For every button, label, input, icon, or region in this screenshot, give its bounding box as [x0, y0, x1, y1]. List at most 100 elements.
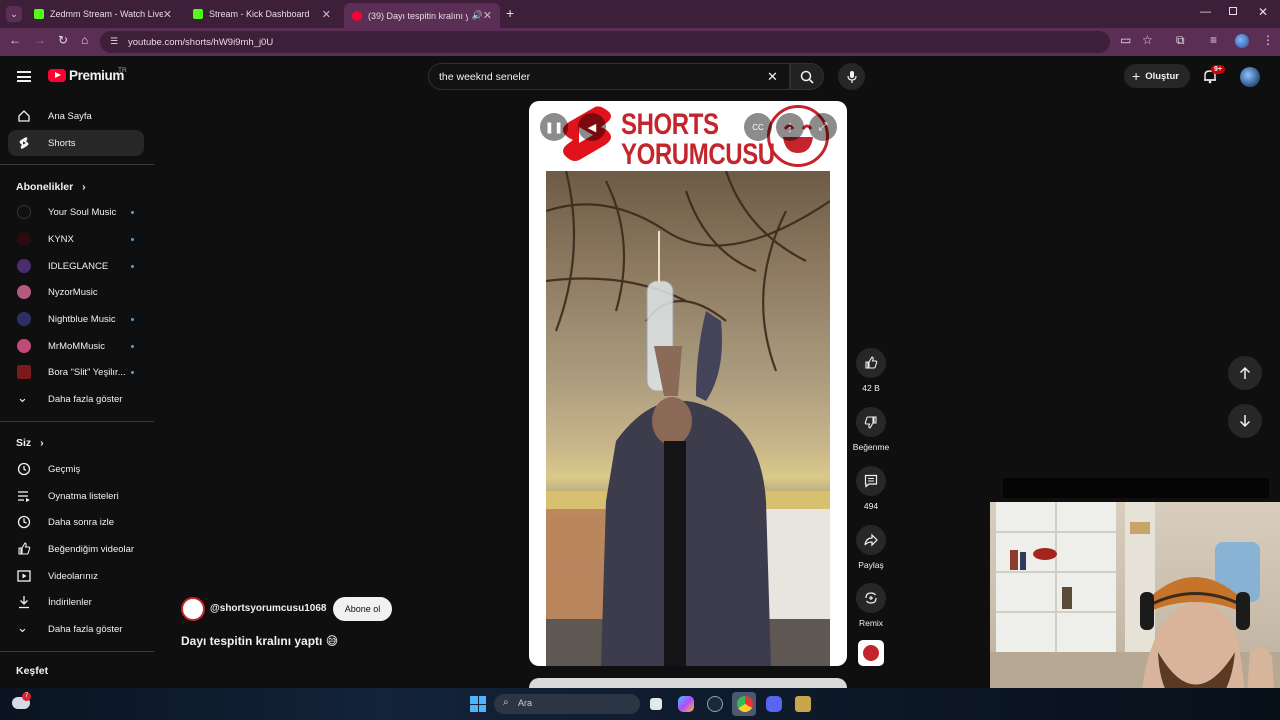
sidebar-item-subscription[interactable]: NyzorMusic: [8, 279, 144, 305]
sidebar-item-playlists[interactable]: Oynatma listeleri: [8, 483, 144, 509]
notifications-button[interactable]: 9+: [1202, 65, 1225, 86]
steam-icon[interactable]: [707, 696, 723, 712]
search-button[interactable]: [790, 63, 824, 90]
channel-avatar: [17, 259, 31, 273]
close-tab-icon[interactable]: ✕: [163, 8, 172, 21]
hamburger-menu-icon[interactable]: [17, 71, 31, 82]
channel-avatar[interactable]: [181, 597, 205, 621]
more-options-button[interactable]: ⋮: [776, 113, 804, 141]
close-tab-icon[interactable]: ✕: [322, 8, 331, 21]
subscriptions-header[interactable]: Abonelikler ›: [16, 181, 86, 193]
search-input[interactable]: the weeknd seneler ✕: [428, 63, 790, 90]
minimize-icon[interactable]: —: [1200, 6, 1211, 18]
taskbar-search[interactable]: ⌕ Ara: [494, 694, 640, 714]
sidebar-item-shorts[interactable]: Shorts: [8, 130, 144, 156]
app-icon[interactable]: [795, 696, 811, 712]
tab-title: Stream - Kick Dashboard: [209, 9, 310, 19]
browser-tab[interactable]: Stream - Kick Dashboard ✕: [185, 3, 339, 25]
sidebar-item-history[interactable]: Geçmiş: [8, 456, 144, 482]
sidebar-item-subscription[interactable]: MrMoMMusic: [8, 333, 144, 359]
you-header[interactable]: Siz ›: [16, 437, 44, 449]
sidebar-item-label: İndirilenler: [48, 596, 92, 608]
logo-text[interactable]: Premium: [69, 68, 124, 83]
you-show-more[interactable]: ⌄ Daha fazla göster: [8, 616, 144, 642]
discord-icon[interactable]: [766, 696, 782, 712]
new-content-dot: [131, 265, 134, 268]
short-player[interactable]: SHORTS YORUMCUSU ❚❚ ◀ CC ⋮ ⤢: [529, 101, 847, 666]
reload-icon[interactable]: ↻: [58, 33, 68, 47]
next-short-button[interactable]: [1228, 404, 1262, 438]
site-info-icon[interactable]: ☰: [110, 36, 118, 47]
subscribe-button[interactable]: Abone ol: [333, 597, 392, 621]
sidebar-item-label: Shorts: [48, 137, 76, 149]
previous-short-button[interactable]: [1228, 356, 1262, 390]
close-window-icon[interactable]: ✕: [1258, 5, 1268, 19]
close-tab-icon[interactable]: ✕: [483, 9, 492, 22]
voice-search-button[interactable]: [838, 63, 865, 90]
tab-list-button[interactable]: ⌄: [6, 6, 22, 22]
comments-button[interactable]: 494: [851, 466, 891, 511]
sidebar-item-subscription[interactable]: Bora “Slit” Yeşilır...: [8, 359, 144, 385]
install-app-icon[interactable]: ▭: [1120, 33, 1131, 47]
pause-button[interactable]: ❚❚: [540, 113, 568, 141]
browser-tab-active[interactable]: (39) Dayı tespitin kralını yap 🔊 ✕: [344, 3, 500, 28]
browser-menu-icon[interactable]: ⋮: [1262, 33, 1274, 47]
search-icon: ⌕: [503, 697, 509, 708]
channel-avatar: [17, 339, 31, 353]
create-button[interactable]: + Oluştur: [1124, 64, 1190, 88]
restore-icon[interactable]: [1229, 7, 1237, 15]
home-browser-icon[interactable]: ⌂: [81, 33, 88, 47]
sidebar-item-subscription[interactable]: IDLEGLANCE: [8, 253, 144, 279]
like-button[interactable]: 42 B: [851, 348, 891, 393]
account-avatar[interactable]: [1240, 67, 1260, 87]
dislike-button[interactable]: Beğenme: [851, 407, 891, 452]
sidebar-item-watch-later[interactable]: Daha sonra izle: [8, 509, 144, 535]
sidebar-item-subscription[interactable]: Your Soul Music: [8, 199, 144, 225]
comment-icon: [864, 474, 878, 488]
extensions-icon[interactable]: ⧉: [1176, 33, 1185, 48]
sidebar-item-label: Oynatma listeleri: [48, 490, 119, 502]
bookmark-star-icon[interactable]: ☆: [1142, 33, 1153, 47]
sidebar-item-subscription[interactable]: KYNX: [8, 226, 144, 252]
captions-button[interactable]: CC: [744, 113, 772, 141]
share-button[interactable]: Paylaş: [851, 525, 891, 570]
sidebar-item-liked-videos[interactable]: Beğendiğim videolar: [8, 536, 144, 562]
copilot-icon[interactable]: [678, 696, 694, 712]
sidebar-item-downloads[interactable]: İndirilenler: [8, 589, 144, 615]
subscriptions-show-more[interactable]: ⌄ Daha fazla göster: [8, 386, 144, 412]
windows-start-icon[interactable]: [470, 696, 486, 712]
browser-tab[interactable]: Zedmm Stream - Watch Live o ✕: [26, 3, 180, 25]
sidebar-item-label: KYNX: [48, 233, 74, 245]
share-label: Paylaş: [858, 560, 884, 570]
back-icon[interactable]: ←: [9, 33, 21, 47]
youtube-logo-icon[interactable]: [48, 69, 66, 82]
task-view-icon[interactable]: [650, 698, 662, 710]
new-tab-icon[interactable]: +: [506, 5, 514, 21]
forward-icon[interactable]: →: [34, 33, 46, 47]
sound-thumbnail[interactable]: [858, 640, 884, 666]
sidebar-item-label: Bora “Slit” Yeşilır...: [48, 366, 126, 378]
sidebar-item-your-videos[interactable]: Videolarınız: [8, 563, 144, 589]
profile-avatar[interactable]: [1235, 34, 1249, 48]
share-icon: [864, 533, 878, 547]
sidebar-item-subscription[interactable]: Nightblue Music: [8, 306, 144, 332]
remix-button[interactable]: Remix: [851, 583, 891, 628]
new-content-dot: [131, 371, 134, 374]
channel-avatar: [17, 365, 31, 379]
next-short-preview[interactable]: [529, 678, 847, 688]
media-control-icon[interactable]: ≡: [1210, 33, 1217, 47]
volume-button[interactable]: ◀: [578, 113, 606, 141]
speaker-icon[interactable]: 🔊: [472, 10, 483, 21]
sidebar-divider: [0, 164, 154, 165]
chevron-down-icon: ⌄: [17, 620, 28, 635]
download-icon: [19, 596, 29, 609]
captions-icon: CC: [752, 122, 764, 132]
channel-name[interactable]: @shortsyorumcusu1068: [210, 603, 326, 614]
fullscreen-button[interactable]: ⤢: [809, 113, 837, 141]
explore-header: Keşfet: [16, 665, 49, 677]
sidebar-item-home[interactable]: Ana Sayfa: [8, 103, 144, 129]
url-field[interactable]: ☰ youtube.com/shorts/hW9i9mh_j0U: [100, 31, 1110, 53]
clear-search-icon[interactable]: ✕: [767, 69, 778, 85]
chevron-down-icon: ⌄: [17, 390, 28, 405]
video-frame[interactable]: [546, 171, 830, 666]
